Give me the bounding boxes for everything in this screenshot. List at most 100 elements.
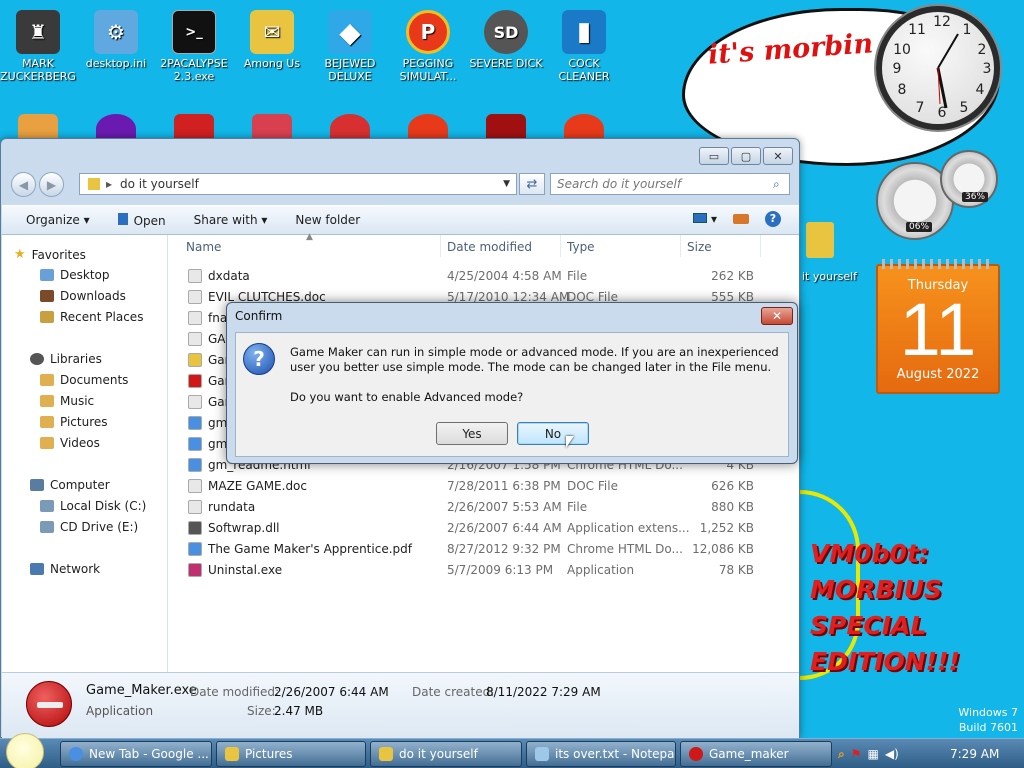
back-arrow-icon: ◀ — [18, 177, 29, 192]
refresh-button[interactable]: ⇄ — [519, 173, 545, 195]
search-icon[interactable]: ⌕ — [773, 177, 795, 192]
organize-menu[interactable]: Organize ▾ — [26, 213, 90, 227]
start-button[interactable] — [6, 733, 44, 768]
volume-icon[interactable]: ◀) — [885, 747, 899, 761]
file-icon — [188, 542, 202, 556]
network-icon[interactable]: ▦ — [868, 747, 879, 761]
open-button[interactable]: Open — [117, 212, 166, 228]
details-created-label: Date created: — [412, 685, 495, 699]
nav-documents[interactable]: Documents — [40, 373, 128, 387]
desktop-icon-label: Among Us — [243, 57, 301, 70]
taskbar: New Tab - Google ... Pictures do it your… — [0, 733, 1024, 768]
file-row[interactable]: MAZE GAME.doc 7/28/2011 6:38 PM DOC File 62… — [168, 476, 798, 497]
nav-desktop[interactable]: Desktop — [40, 268, 110, 282]
clock-gadget[interactable]: 12 1 2 3 4 5 6 7 8 9 10 11 — [876, 6, 1000, 130]
preview-pane-icon[interactable] — [733, 214, 749, 224]
share-with-menu[interactable]: Share with ▾ — [194, 213, 268, 227]
forward-button[interactable]: ▶ — [39, 172, 64, 197]
nav-favorites[interactable]: ★ Favorites — [14, 247, 86, 262]
search-icon[interactable]: ⌕ — [838, 747, 845, 762]
no-button[interactable]: No — [517, 422, 589, 445]
view-options-button[interactable]: ▾ — [693, 212, 717, 226]
maximize-button[interactable]: ▢ — [731, 147, 761, 165]
desktop-icon-label[interactable]: it yourself — [802, 270, 857, 283]
nav-network[interactable]: Network — [30, 562, 100, 576]
desktop-icon-severe-dick[interactable]: SD SEVERE DICK — [468, 10, 544, 70]
column-divider[interactable] — [760, 235, 761, 257]
file-row[interactable]: The Game Maker's Apprentice.pdf 8/27/2012… — [168, 539, 798, 560]
dialog-close-button[interactable]: ✕ — [761, 307, 793, 325]
back-button[interactable]: ◀ — [11, 172, 36, 197]
notepad-icon — [535, 747, 549, 761]
morbius-text: VM0b0t: MORBIUS SPECIAL EDITION!!! — [810, 539, 960, 676]
breadcrumb-chevron-icon[interactable]: ▸ — [106, 177, 112, 191]
taskbar-item-pictures[interactable]: Pictures — [216, 741, 366, 767]
file-row[interactable]: rundata 2/26/2007 5:53 AM File 880 KB — [168, 497, 798, 518]
view-controls: ▾ ? — [693, 211, 781, 227]
nav-cd-drive[interactable]: CD Drive (E:) — [40, 520, 138, 534]
calendar-date: 11 — [899, 288, 977, 371]
column-header-name[interactable]: Name — [186, 240, 221, 254]
computer-icon — [30, 479, 44, 491]
details-pane: Game_Maker.exe Application Date modified… — [2, 672, 799, 738]
file-icon — [188, 416, 202, 430]
help-icon[interactable]: ? — [765, 211, 781, 227]
column-divider[interactable] — [680, 235, 681, 257]
taskbar-item-do-it-yourself[interactable]: do it yourself — [370, 741, 522, 767]
file-row[interactable]: dxdata 4/25/2004 4:58 AM File 262 KB — [168, 266, 798, 287]
chevron-down-icon[interactable]: ▼ — [503, 179, 510, 189]
file-icon — [188, 311, 202, 325]
new-folder-button[interactable]: New folder — [295, 213, 360, 227]
taskbar-item-game-maker[interactable]: Game_maker — [680, 741, 832, 767]
taskbar-item-notepad[interactable]: its over.txt - Notepad — [526, 741, 676, 767]
details-size-value: 2.47 MB — [274, 704, 324, 718]
search-input[interactable]: Search do it yourself — [550, 173, 790, 195]
address-bar[interactable]: ▸ do it yourself ▼ — [79, 173, 517, 195]
canister-icon: ▮ — [562, 10, 606, 54]
file-row[interactable]: Uninstal.exe 5/7/2009 6:13 PM Application 7… — [168, 560, 798, 581]
action-center-icon[interactable]: ⚑ — [851, 747, 862, 761]
memory-meter-gauge[interactable]: 36% — [940, 150, 998, 208]
desktop-icon-bejewed[interactable]: ◆ BEJEWED DELUXE — [312, 10, 388, 83]
file-name: dxdata — [208, 269, 250, 283]
desktop-icon-mark-zuckerberg[interactable]: ♜ MARK ZUCKERBERG — [0, 10, 76, 83]
folder-icon[interactable] — [806, 222, 834, 258]
confirm-dialog[interactable]: Confirm ✕ ? Game Maker can run in simple… — [226, 302, 798, 464]
nav-pictures[interactable]: Pictures — [40, 415, 108, 429]
cpu-meter-value: 06% — [906, 222, 933, 232]
file-size: 626 KB — [711, 479, 754, 493]
minimize-button[interactable]: ▭ — [699, 147, 729, 165]
details-size-label: Size: — [247, 704, 276, 718]
taskbar-clock[interactable]: 7:29 AM — [950, 747, 999, 761]
column-divider[interactable] — [560, 235, 561, 257]
column-header-size[interactable]: Size — [687, 240, 712, 254]
details-modified-value: 2/26/2007 6:44 AM — [274, 685, 389, 699]
desktop-icon-desktop-ini[interactable]: ⚙ desktop.ini — [78, 10, 154, 70]
desktop-icon-among-us[interactable]: ✉ Among Us — [234, 10, 310, 70]
close-button[interactable]: ✕ — [763, 147, 793, 165]
desktop-icon-pegging-simulator[interactable]: P PEGGING SIMULAT... — [390, 10, 466, 83]
calendar-gadget[interactable]: Thursday 11 August 2022 — [876, 259, 1000, 394]
nav-videos[interactable]: Videos — [40, 436, 100, 450]
nav-downloads[interactable]: Downloads — [40, 289, 126, 303]
column-divider[interactable] — [440, 235, 441, 257]
windows-watermark: Windows 7 Build 7601 — [958, 705, 1018, 735]
dialog-message: Game Maker can run in simple mode or adv… — [290, 345, 779, 374]
nav-computer[interactable]: Computer — [30, 478, 110, 492]
yes-button[interactable]: Yes — [436, 422, 508, 445]
nav-music[interactable]: Music — [40, 394, 94, 408]
file-name: Uninstal.exe — [208, 563, 283, 577]
clock-hands — [936, 33, 959, 109]
breadcrumb-current[interactable]: do it yourself — [120, 177, 199, 191]
desktop-icon-cock-cleaner[interactable]: ▮ COCK CLEANER — [546, 10, 622, 83]
desktop-icon-2pacalypse[interactable]: >_ 2PACALYPSE 2.3.exe — [156, 10, 232, 83]
nav-local-disk[interactable]: Local Disk (C:) — [40, 499, 146, 513]
nav-recent-places[interactable]: Recent Places — [40, 310, 143, 324]
file-icon — [188, 437, 202, 451]
column-header-type[interactable]: Type — [567, 240, 595, 254]
file-name: Softwrap.dll — [208, 521, 280, 535]
column-header-date[interactable]: Date modified — [447, 240, 532, 254]
nav-libraries[interactable]: Libraries — [30, 352, 102, 366]
taskbar-item-chrome[interactable]: New Tab - Google ... — [60, 741, 212, 767]
file-row[interactable]: Softwrap.dll 2/26/2007 6:44 AM Application… — [168, 518, 798, 539]
